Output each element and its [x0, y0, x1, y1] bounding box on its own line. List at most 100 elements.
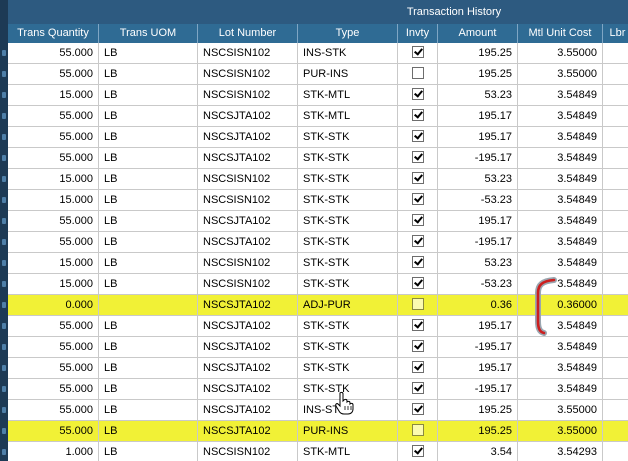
- cell-invty: [398, 169, 438, 190]
- cell-mtl-unit-cost: 3.54849: [518, 211, 603, 232]
- cell-mtl-unit-cost: 3.54849: [518, 127, 603, 148]
- invty-checkbox[interactable]: [411, 235, 424, 248]
- cell-trans-uom: LB: [99, 400, 198, 421]
- cell-mtl-unit-cost: 3.54849: [518, 358, 603, 379]
- invty-checkbox[interactable]: [411, 46, 424, 59]
- transaction-history-grid: Transaction History Trans Quantity Trans …: [0, 0, 628, 461]
- table-row[interactable]: 15.000 LB NSCSISN102 STK-STK 53.23 3.54849: [0, 253, 628, 274]
- invty-checkbox[interactable]: [411, 130, 424, 143]
- column-header-trans-quantity[interactable]: Trans Quantity: [8, 24, 99, 43]
- table-row[interactable]: 55.000 LB NSCSJTA102 STK-STK -195.17 3.54849: [0, 379, 628, 400]
- table-row[interactable]: 55.000 LB NSCSJTA102 STK-STK -195.17 3.54849: [0, 337, 628, 358]
- cell-amount: 195.17: [438, 127, 518, 148]
- cell-trans-uom: LB: [99, 337, 198, 358]
- table-row[interactable]: 55.000 LB NSCSISN102 INS-STK 195.25 3.55000: [0, 43, 628, 64]
- cell-lot-number: NSCSISN102: [198, 190, 298, 211]
- cell-mtl-unit-cost: 3.55000: [518, 400, 603, 421]
- invty-checkbox[interactable]: [411, 361, 424, 374]
- table-row[interactable]: 55.000 LB NSCSJTA102 STK-MTL 195.17 3.54849: [0, 106, 628, 127]
- cell-type: STK-STK: [298, 169, 398, 190]
- invty-checkbox[interactable]: [411, 214, 424, 227]
- cell-lbr: [603, 190, 628, 211]
- cell-lot-number: NSCSJTA102: [198, 148, 298, 169]
- cell-type: STK-STK: [298, 316, 398, 337]
- column-header-invty[interactable]: Invty: [398, 24, 438, 43]
- cell-lot-number: NSCSISN102: [198, 442, 298, 461]
- table-row[interactable]: 55.000 LB NSCSJTA102 STK-STK 195.17 3.54849: [0, 211, 628, 232]
- cell-amount: 0.36: [438, 295, 518, 316]
- column-header-amount[interactable]: Amount: [438, 24, 518, 43]
- column-header-trans-uom[interactable]: Trans UOM: [99, 24, 198, 43]
- row-marker: [2, 365, 6, 371]
- row-marker: [2, 155, 6, 161]
- cell-mtl-unit-cost: 3.54849: [518, 85, 603, 106]
- column-header-lbr[interactable]: Lbr: [603, 24, 628, 43]
- invty-checkbox[interactable]: [411, 88, 424, 101]
- section-title: Transaction History: [406, 6, 502, 18]
- row-marker: [2, 92, 6, 98]
- row-marker: [2, 176, 6, 182]
- invty-checkbox[interactable]: [411, 340, 424, 353]
- table-row[interactable]: 55.000 LB NSCSJTA102 STK-STK 195.17 3.54849: [0, 358, 628, 379]
- invty-checkbox[interactable]: [411, 445, 424, 458]
- cell-lbr: [603, 442, 628, 461]
- cell-trans-uom: [99, 295, 198, 316]
- cell-trans-uom: LB: [99, 190, 198, 211]
- cell-trans-uom: LB: [99, 442, 198, 461]
- cell-mtl-unit-cost: 3.54849: [518, 106, 603, 127]
- table-row[interactable]: 55.000 LB NSCSISN102 PUR-INS 195.25 3.55000: [0, 64, 628, 85]
- cell-trans-uom: LB: [99, 106, 198, 127]
- invty-checkbox[interactable]: [411, 403, 424, 416]
- invty-checkbox[interactable]: [411, 277, 424, 290]
- cell-lbr: [603, 379, 628, 400]
- cell-trans-quantity: 55.000: [8, 421, 99, 442]
- row-marker: [2, 71, 6, 77]
- invty-checkbox[interactable]: [411, 193, 424, 206]
- invty-checkbox[interactable]: [411, 319, 424, 332]
- table-row[interactable]: 15.000 LB NSCSISN102 STK-STK 53.23 3.54849: [0, 169, 628, 190]
- table-row[interactable]: 15.000 LB NSCSISN102 STK-STK -53.23 3.54849: [0, 190, 628, 211]
- cell-trans-uom: LB: [99, 421, 198, 442]
- table-row[interactable]: 55.000 LB NSCSJTA102 STK-STK -195.17 3.54849: [0, 148, 628, 169]
- cell-trans-quantity: 15.000: [8, 190, 99, 211]
- cell-type: STK-STK: [298, 274, 398, 295]
- cell-lot-number: NSCSJTA102: [198, 106, 298, 127]
- cell-trans-quantity: 1.000: [8, 442, 99, 461]
- row-marker: [2, 386, 6, 392]
- cell-invty: [398, 253, 438, 274]
- cell-lbr: [603, 358, 628, 379]
- invty-checkbox[interactable]: [411, 256, 424, 269]
- table-row[interactable]: 1.000 LB NSCSISN102 STK-MTL 3.54 3.54293: [0, 442, 628, 461]
- invty-checkbox[interactable]: [411, 151, 424, 164]
- cell-trans-quantity: 15.000: [8, 169, 99, 190]
- table-row-highlighted[interactable]: 55.000 LB NSCSJTA102 PUR-INS 195.25 3.55000: [0, 421, 628, 442]
- cell-trans-uom: LB: [99, 148, 198, 169]
- invty-checkbox[interactable]: [411, 109, 424, 122]
- cell-amount: 195.17: [438, 358, 518, 379]
- invty-checkbox[interactable]: [411, 67, 424, 80]
- cell-trans-quantity: 55.000: [8, 379, 99, 400]
- table-row[interactable]: 55.000 LB NSCSJTA102 INS-STK 195.25 3.55000: [0, 400, 628, 421]
- invty-checkbox[interactable]: [411, 172, 424, 185]
- cell-invty: [398, 148, 438, 169]
- cell-invty: [398, 85, 438, 106]
- cell-type: STK-MTL: [298, 442, 398, 461]
- column-header-lot-number[interactable]: Lot Number: [198, 24, 298, 43]
- table-row[interactable]: 55.000 LB NSCSJTA102 STK-STK -195.17 3.54849: [0, 232, 628, 253]
- invty-checkbox[interactable]: [411, 382, 424, 395]
- table-row[interactable]: 55.000 LB NSCSJTA102 STK-STK 195.17 3.54849: [0, 127, 628, 148]
- row-marker: [2, 50, 6, 56]
- cell-trans-uom: LB: [99, 169, 198, 190]
- cell-trans-uom: LB: [99, 358, 198, 379]
- cell-type: STK-STK: [298, 211, 398, 232]
- cell-amount: -195.17: [438, 379, 518, 400]
- column-header-mtl-unit-cost[interactable]: Mtl Unit Cost: [518, 24, 603, 43]
- cell-type: STK-STK: [298, 358, 398, 379]
- column-header-type[interactable]: Type: [298, 24, 398, 43]
- cell-invty: [398, 295, 438, 316]
- invty-checkbox[interactable]: [411, 298, 424, 311]
- invty-checkbox[interactable]: [411, 424, 424, 437]
- table-row[interactable]: 15.000 LB NSCSISN102 STK-MTL 53.23 3.54849: [0, 85, 628, 106]
- cell-invty: [398, 64, 438, 85]
- cell-amount: 195.17: [438, 316, 518, 337]
